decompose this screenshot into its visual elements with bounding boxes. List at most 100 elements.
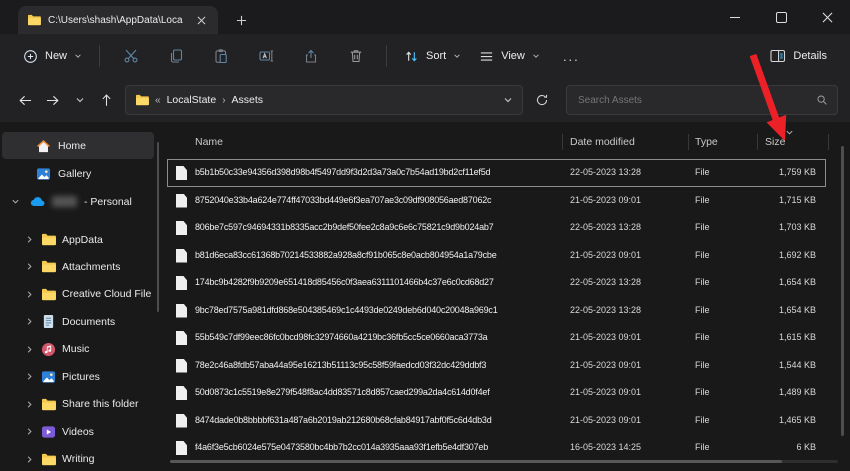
cut-button[interactable] (108, 40, 153, 72)
vertical-scrollbar[interactable] (841, 146, 844, 436)
search-box[interactable] (566, 85, 838, 115)
file-type: File (695, 352, 710, 380)
more-options-button[interactable]: ... (549, 40, 594, 72)
horizontal-scrollbar-thumb[interactable] (170, 460, 782, 463)
column-divider[interactable] (688, 134, 689, 150)
expand-chevron-icon[interactable] (24, 235, 34, 245)
explorer-tab[interactable]: C:\Users\shash\AppData\Loca (18, 6, 218, 34)
column-header-size[interactable]: Size (765, 130, 785, 154)
file-size: 1,615 KB (779, 324, 816, 352)
new-tab-button[interactable] (230, 9, 252, 31)
sort-indicator-chevron-icon[interactable] (785, 128, 794, 137)
file-type: File (695, 379, 710, 407)
column-header-name[interactable]: Name (195, 130, 223, 154)
copy-button[interactable] (153, 40, 198, 72)
gallery-icon (35, 166, 51, 182)
sidebar-item-appdata[interactable]: AppData (2, 226, 154, 253)
file-row[interactable]: 8474dade0b8bbbbf631a487a6b2019ab212680b6… (167, 407, 826, 435)
file-row[interactable]: 8752040e33b4a624e774ff47033bd449e6f3ea70… (167, 187, 826, 215)
refresh-button[interactable] (527, 86, 557, 114)
sidebar-item-gallery[interactable]: Gallery (2, 160, 154, 187)
sidebar-item-label: Gallery (58, 168, 91, 180)
back-button[interactable] (12, 86, 39, 114)
file-row[interactable]: 9bc78ed7575a981dfd868e504385469c1c4493de… (167, 297, 826, 325)
maximize-button[interactable] (758, 0, 804, 34)
sidebar-item-onedrive-personal[interactable]: - Personal (2, 188, 154, 215)
file-size: 1,654 KB (779, 269, 816, 297)
file-row[interactable]: 55b549c7df99eec86fc0bcd98fc32974660a4219… (167, 324, 826, 352)
file-row[interactable]: b81d6eca83cc61368b70214533882a928a8cf91b… (167, 242, 826, 270)
expand-chevron-icon[interactable] (24, 317, 34, 327)
file-icon (176, 221, 187, 235)
sidebar-item-attachments[interactable]: Attachments (2, 253, 154, 280)
expand-chevron-icon[interactable] (24, 399, 34, 409)
breadcrumb-assets[interactable]: Assets (232, 94, 264, 106)
up-button[interactable] (93, 86, 120, 114)
sidebar-item-writing[interactable]: Writing (2, 446, 154, 471)
share-button[interactable] (288, 40, 333, 72)
sidebar-scrollbar[interactable] (157, 142, 159, 312)
expand-chevron-icon[interactable] (24, 262, 34, 272)
file-name: 50d0873c1c5519e8e279f548f8ac4dd83571c8d8… (195, 379, 490, 407)
rename-button[interactable] (243, 40, 288, 72)
tab-close-icon[interactable] (193, 12, 209, 28)
file-date: 22-05-2023 13:28 (570, 269, 641, 297)
search-input[interactable] (576, 94, 810, 107)
file-name: b81d6eca83cc61368b70214533882a928a8cf91b… (195, 242, 497, 270)
address-dropdown-chevron-icon[interactable] (503, 95, 513, 105)
file-row[interactable]: 174bc9b4282f9b9209e651418d85456c0f3aea63… (167, 269, 826, 297)
address-bar: « LocalState › Assets (0, 78, 850, 122)
chevron-down-icon (453, 52, 461, 60)
file-size: 1,465 KB (779, 407, 816, 435)
folder-icon (40, 232, 56, 248)
file-row[interactable]: b5b1b50c33e94356d398d98b4f5497dd9f3d2d3a… (167, 159, 826, 187)
forward-button[interactable] (39, 86, 66, 114)
sidebar-item-pictures[interactable]: Pictures (2, 363, 154, 390)
collapse-chevron-icon[interactable] (10, 197, 20, 207)
sidebar-item-home[interactable]: Home (2, 132, 154, 159)
file-icon (176, 249, 187, 263)
paste-button[interactable] (198, 40, 243, 72)
file-date: 21-05-2023 09:01 (570, 324, 641, 352)
breadcrumb-localstate[interactable]: LocalState (167, 94, 217, 106)
file-row[interactable]: 78e2c46a8fdb57aba44a95e16213b51113c95c58… (167, 352, 826, 380)
sidebar-item-documents[interactable]: Documents (2, 308, 154, 335)
sidebar-item-music[interactable]: Music (2, 336, 154, 363)
scissors-icon (123, 48, 139, 64)
address-folder-icon (135, 94, 149, 106)
expand-chevron-icon[interactable] (24, 289, 34, 299)
delete-button[interactable] (333, 40, 378, 72)
column-divider[interactable] (757, 134, 758, 150)
sidebar-item-share-this-folder[interactable]: Share this folder (2, 391, 154, 418)
expand-chevron-icon[interactable] (24, 372, 34, 382)
breadcrumb-overflow[interactable]: « (155, 95, 161, 106)
breadcrumb-bar[interactable]: « LocalState › Assets (125, 85, 523, 115)
new-button[interactable]: New (14, 40, 91, 72)
expand-chevron-icon[interactable] (24, 427, 34, 437)
details-button[interactable]: Details (761, 40, 836, 72)
column-header-type[interactable]: Type (695, 130, 718, 154)
column-header-date[interactable]: Date modified (570, 130, 635, 154)
search-icon[interactable] (816, 94, 828, 106)
column-divider[interactable] (828, 134, 829, 150)
file-row[interactable]: f4a6f3e5cb6024e575e0473580bc4bb7b2cc014a… (167, 434, 826, 462)
sidebar-item-creative-cloud[interactable]: Creative Cloud File (2, 281, 154, 308)
expand-chevron-icon[interactable] (24, 344, 34, 354)
close-button[interactable] (804, 0, 850, 34)
toolbar-divider (99, 45, 100, 67)
file-size: 6 KB (796, 434, 816, 462)
column-divider[interactable] (562, 134, 563, 150)
file-date: 21-05-2023 09:01 (570, 352, 641, 380)
recent-locations-button[interactable] (66, 86, 93, 114)
expand-chevron-icon[interactable] (24, 454, 34, 464)
view-button[interactable]: View (470, 40, 549, 72)
file-size: 1,692 KB (779, 242, 816, 270)
minimize-button[interactable] (712, 0, 758, 34)
file-icon (176, 276, 187, 290)
copy-icon (168, 48, 184, 64)
sidebar-item-videos[interactable]: Videos (2, 418, 154, 445)
sort-button[interactable]: Sort (395, 40, 470, 72)
file-row[interactable]: 50d0873c1c5519e8e279f548f8ac4dd83571c8d8… (167, 379, 826, 407)
file-row[interactable]: 806be7c597c94694331b8335acc2b9def50fee2c… (167, 214, 826, 242)
command-bar: New Sort (0, 34, 850, 78)
